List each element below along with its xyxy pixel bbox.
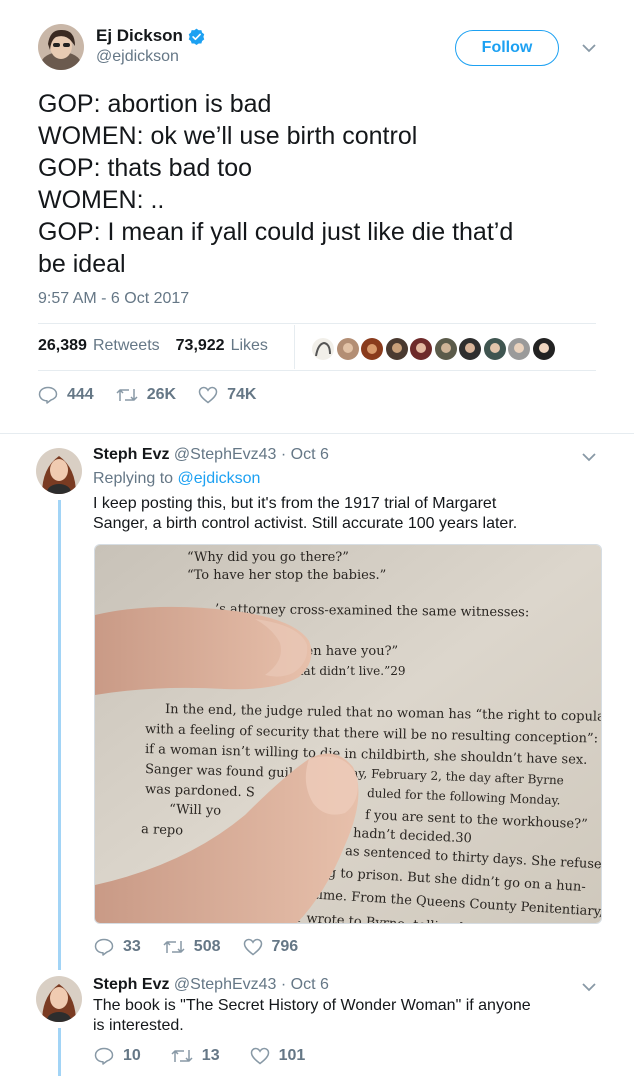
chevron-down-icon[interactable] <box>582 452 596 462</box>
reply-button[interactable]: 33 <box>94 938 141 956</box>
reply-icon <box>38 386 58 404</box>
chevron-down-icon[interactable] <box>582 982 596 992</box>
retweet-icon <box>116 389 138 401</box>
reply-text-line: The book is "The Secret History of Wonde… <box>93 997 531 1014</box>
liker-avatar[interactable] <box>506 336 532 362</box>
reply-text-line: is interested. <box>93 1017 184 1034</box>
photo-text: that didn’t live.”29 <box>291 664 406 678</box>
tweet-line: be ideal <box>38 250 126 278</box>
book-page-image: “Why did you go there?” “To have her sto… <box>95 545 601 923</box>
reply-button[interactable]: 10 <box>94 1047 141 1065</box>
tweet-line: GOP: abortion is bad <box>38 90 272 118</box>
retweets-count[interactable]: 26,389 <box>38 337 87 355</box>
reply-text-line: Sanger, a birth control activist. Still … <box>93 515 518 532</box>
verified-badge-icon <box>188 28 205 45</box>
liker-avatar[interactable] <box>334 336 361 362</box>
liker-avatar[interactable] <box>359 336 385 362</box>
reply-author[interactable]: Steph Evz @StephEvz43 · Oct 6 <box>93 976 329 994</box>
reply-count: 444 <box>67 386 94 403</box>
reply-icon <box>94 938 114 956</box>
reply-text: I keep posting this, but it's from the 1… <box>93 494 517 534</box>
author-name-row[interactable]: Ej Dickson <box>96 26 205 46</box>
retweet-count: 26K <box>146 386 177 403</box>
reply-count: 10 <box>123 1047 141 1064</box>
reply-text-line: I keep posting this, but it's from the 1… <box>93 495 497 512</box>
retweet-button[interactable]: 26K <box>116 386 176 404</box>
replying-to-link[interactable]: @ejdickson <box>178 470 261 487</box>
chevron-down-icon[interactable] <box>582 43 596 53</box>
main-tweet-actions: 444 26K 74K <box>38 386 278 404</box>
retweet-count: 13 <box>201 1047 220 1064</box>
tweet-line: GOP: I mean if yall could just like die … <box>38 218 514 246</box>
like-count: 101 <box>278 1047 306 1064</box>
reply-count: 33 <box>123 938 141 955</box>
reply-button[interactable]: 444 <box>38 386 94 404</box>
photo-text: a repo <box>141 822 184 839</box>
liker-avatar[interactable] <box>530 336 557 362</box>
author-avatar[interactable] <box>38 24 84 70</box>
retweet-button[interactable]: 13 <box>171 1047 220 1065</box>
like-count: 796 <box>271 938 299 955</box>
engagement-stats: 26,389 Retweets 73,922 Likes <box>38 337 278 355</box>
reply-icon <box>94 1047 114 1065</box>
retweet-count: 508 <box>193 938 221 955</box>
reply-avatar[interactable] <box>36 976 82 1022</box>
author-handle[interactable]: @ejdickson <box>96 48 179 66</box>
like-button[interactable]: 101 <box>250 1047 306 1065</box>
reply-avatar[interactable] <box>36 448 82 494</box>
attached-photo[interactable]: “Why did you go there?” “To have her sto… <box>94 544 602 924</box>
likes-label[interactable]: Likes <box>231 337 268 355</box>
divider <box>38 370 596 371</box>
photo-text: “Will yo <box>169 802 222 819</box>
tweet-timestamp[interactable]: 9:57 AM - 6 Oct 2017 <box>38 290 189 308</box>
liker-avatars[interactable] <box>310 336 557 362</box>
author-name[interactable]: Ej Dickson <box>96 26 183 46</box>
replying-to: Replying to @ejdickson <box>93 470 260 488</box>
reply-author-handle[interactable]: @StephEvz43 · Oct 6 <box>174 446 329 463</box>
retweet-icon <box>163 941 185 953</box>
reply-author-name[interactable]: Steph Evz <box>93 976 169 993</box>
retweet-button[interactable]: 508 <box>163 938 221 956</box>
thread-line <box>58 500 61 970</box>
reply-author-handle[interactable]: @StephEvz43 · Oct 6 <box>174 976 329 993</box>
reply-text: The book is "The Secret History of Wonde… <box>93 996 531 1036</box>
liker-avatar[interactable] <box>383 336 410 362</box>
thread-line <box>58 1028 61 1076</box>
retweet-icon <box>171 1050 193 1062</box>
tweet-line: WOMEN: .. <box>38 186 165 214</box>
photo-text: “Why did you go there?” <box>187 550 349 565</box>
reply2-actions: 10 13 101 <box>94 1047 327 1065</box>
likes-count[interactable]: 73,922 <box>176 337 225 355</box>
like-button[interactable]: 796 <box>243 938 299 956</box>
heart-icon <box>243 938 262 956</box>
section-divider <box>0 433 634 434</box>
liker-avatar[interactable] <box>481 336 508 362</box>
stats-separator <box>294 325 295 369</box>
retweets-label[interactable]: Retweets <box>93 337 160 355</box>
replying-prefix: Replying to <box>93 470 174 487</box>
tweet-line: GOP: thats bad too <box>38 154 253 182</box>
liker-avatar[interactable] <box>408 336 434 362</box>
heart-icon <box>198 386 218 404</box>
like-button[interactable]: 74K <box>198 386 256 404</box>
tweet-line: WOMEN: ok we’ll use birth control <box>38 122 418 150</box>
liker-avatar[interactable] <box>457 336 483 362</box>
reply-author-name[interactable]: Steph Evz <box>93 446 169 463</box>
photo-text: “To have her stop the babies.” <box>187 568 386 583</box>
reply1-actions: 33 508 796 <box>94 938 320 956</box>
follow-button[interactable]: Follow <box>455 30 559 66</box>
heart-icon <box>250 1047 269 1065</box>
reply-author[interactable]: Steph Evz @StephEvz43 · Oct 6 <box>93 446 329 464</box>
like-count: 74K <box>227 386 257 403</box>
liker-avatar[interactable] <box>432 336 459 362</box>
divider <box>38 323 596 324</box>
tweet-text: GOP: abortion is bad WOMEN: ok we’ll use… <box>38 88 608 280</box>
liker-avatar[interactable] <box>310 336 336 362</box>
